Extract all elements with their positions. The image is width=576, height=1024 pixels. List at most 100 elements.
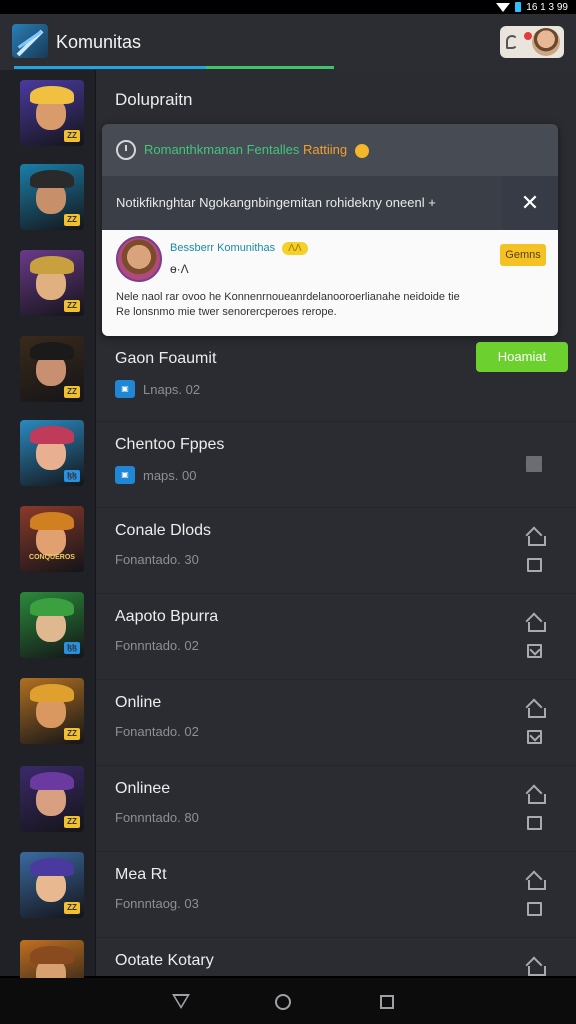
checkbox-checked-icon[interactable] [527, 644, 542, 658]
character-hat [30, 772, 74, 790]
thumbnail-badge: ZZ [64, 902, 80, 914]
list-item[interactable]: Online Fonantado. 02 [96, 680, 576, 766]
game-thumbnail[interactable]: ZZ [20, 678, 84, 744]
notification-popup[interactable]: Romanthkmanan Fentalles Rattiing Notikfi… [102, 124, 558, 336]
popup-description-line-1: Nele naol rar ovoo he Konnenrnoueanrdela… [116, 291, 460, 303]
list-item[interactable]: Conale Dlods Fonantado. 30 [96, 508, 576, 594]
battery-icon [515, 2, 522, 12]
list-item[interactable]: Chentoo Fppes ▣ maps. 00 [96, 422, 576, 508]
list-item-subtitle: Fonantado. 02 [115, 724, 199, 739]
notification-dot [524, 32, 532, 40]
popup-header-text: Romanthkmanan Fentalles Rattiing [144, 142, 369, 158]
character-hat [30, 342, 74, 360]
stop-icon[interactable] [526, 456, 542, 472]
app-title: Komunitas [56, 32, 142, 52]
status-icons: 16 1 3 99 [496, 0, 568, 14]
home-icon[interactable] [527, 788, 546, 804]
game-thumbnail[interactable]: ɮɮ [20, 592, 84, 658]
home-icon[interactable] [527, 616, 546, 632]
character-hat [30, 946, 74, 964]
popup-header: Romanthkmanan Fentalles Rattiing [102, 124, 558, 176]
game-thumbnail[interactable]: ZZ [20, 164, 84, 230]
popup-user: Bessberr Komunithas ɅɅ [170, 242, 308, 255]
list-item-subtitle-text: Fonnntaog. 03 [115, 896, 199, 911]
list-item-subtitle-text: Fonantado. 30 [115, 552, 199, 567]
popup-user-meta: ɵ·Ʌ [170, 262, 189, 276]
thumbnail-badge: ZZ [64, 816, 80, 828]
checkbox-icon[interactable] [527, 558, 542, 572]
game-thumbnail[interactable]: ZZ [20, 852, 84, 918]
map-icon: ▣ [115, 380, 135, 398]
game-thumbnail[interactable]: ZZ [20, 766, 84, 832]
list-item-subtitle: ▣ Lnaps. 02 [115, 380, 200, 398]
home-icon[interactable] [527, 874, 546, 890]
list-item-subtitle-text: maps. 00 [143, 467, 197, 483]
user-avatar[interactable] [116, 236, 162, 282]
home-icon[interactable] [275, 994, 291, 1010]
close-icon[interactable]: ✕ [502, 176, 558, 230]
list-item-title: Onlinee [115, 780, 171, 797]
home-icon[interactable] [527, 960, 546, 976]
character-hat [30, 170, 74, 188]
list-item[interactable]: Ootate Kotary [96, 938, 576, 976]
popup-description-line-2: Re lonsnmo mie twer senorercperoes rerop… [116, 306, 337, 318]
list-item-subtitle: Fonnntado. 02 [115, 638, 199, 653]
home-icon[interactable] [527, 530, 546, 546]
list-item-subtitle: Fonnntaog. 03 [115, 896, 199, 911]
tab-indicator [14, 66, 334, 69]
map-icon: ▣ [115, 466, 135, 484]
checkbox-icon[interactable] [527, 816, 542, 830]
hearing-icon [506, 35, 518, 49]
app-logo-icon[interactable] [12, 24, 48, 58]
checkbox-icon[interactable] [527, 902, 542, 916]
home-icon[interactable] [527, 702, 546, 718]
popup-subheader: Notikfiknghtar Ngokangnbingemitan rohide… [102, 176, 558, 230]
popup-description: Nele naol rar ovoo he Konnenrnoueanrdela… [116, 290, 546, 320]
game-thumbnail[interactable]: ZZ [20, 80, 84, 146]
recents-icon[interactable] [380, 995, 394, 1009]
popup-user-tag: ɅɅ [282, 242, 308, 255]
app-bar: Komunitas [0, 14, 576, 70]
thumbnail-badge: ZZ [64, 728, 80, 740]
character-hat [30, 684, 74, 702]
list-item[interactable]: Gaon Foaumit ▣ Lnaps. 02 Hoamiat [96, 336, 576, 422]
character-hat [30, 256, 74, 274]
game-thumbnail[interactable]: ZZ [20, 336, 84, 402]
profile-button[interactable] [500, 26, 564, 58]
list-item-subtitle-text: Fonantado. 02 [115, 724, 199, 739]
popup-user-name: Bessberr Komunithas [170, 242, 276, 254]
list-item-subtitle: Fonantado. 30 [115, 552, 199, 567]
list-item-title: Conale Dlods [115, 522, 212, 539]
popup-action-button[interactable]: Gemns [500, 244, 546, 266]
thumbnail-badge: ɮɮ [64, 642, 80, 654]
clock-icon [116, 140, 136, 160]
join-button[interactable]: Hoamiat [476, 342, 568, 372]
checkbox-checked-icon[interactable] [527, 730, 542, 744]
thumbnail-badge: ZZ [64, 214, 80, 226]
list-item-title: Chentoo Fppes [115, 436, 225, 453]
game-thumbnail[interactable]: ZZ [20, 250, 84, 316]
popup-subheader-text: Notikfiknghtar Ngokangnbingemitan rohide… [116, 195, 436, 210]
character-hat [30, 426, 74, 444]
status-bar: 16 1 3 99 [0, 0, 576, 14]
back-icon[interactable] [172, 994, 190, 1009]
popup-body: Bessberr Komunithas ɅɅ ɵ·Ʌ Gemns Nele na… [102, 230, 558, 336]
list-item-subtitle-text: Fonnntado. 80 [115, 810, 199, 825]
list-item-title: Gaon Foaumit [115, 350, 217, 367]
list-item-title: Online [115, 694, 162, 711]
list-item-title: Ootate Kotary [115, 952, 214, 969]
list-item-subtitle-text: Fonnntado. 02 [115, 638, 199, 653]
game-thumbnail[interactable]: ɮɮ [20, 420, 84, 486]
character-hat [30, 858, 74, 876]
thumbnail-badge: ZZ [64, 300, 80, 312]
game-thumbnail[interactable]: CONQUEROS [20, 506, 84, 572]
thumbnail-badge: ZZ [64, 130, 80, 142]
list-item-subtitle-text: Lnaps. 02 [143, 381, 201, 397]
wifi-icon [496, 2, 511, 12]
list-item[interactable]: Aapoto Bpurra Fonnntado. 02 [96, 594, 576, 680]
popup-header-title: Romanthkmanan Fentalles [144, 142, 300, 157]
list-item[interactable]: Onlinee Fonnntado. 80 [96, 766, 576, 852]
list-item[interactable]: Mea Rt Fonnntaog. 03 [96, 852, 576, 938]
list-item-subtitle: Fonnntado. 80 [115, 810, 199, 825]
sidebar: ZZ ZZ ZZ ZZ ɮɮ CONQUEROS ɮɮ ZZ ZZ ZZ [0, 70, 96, 1006]
